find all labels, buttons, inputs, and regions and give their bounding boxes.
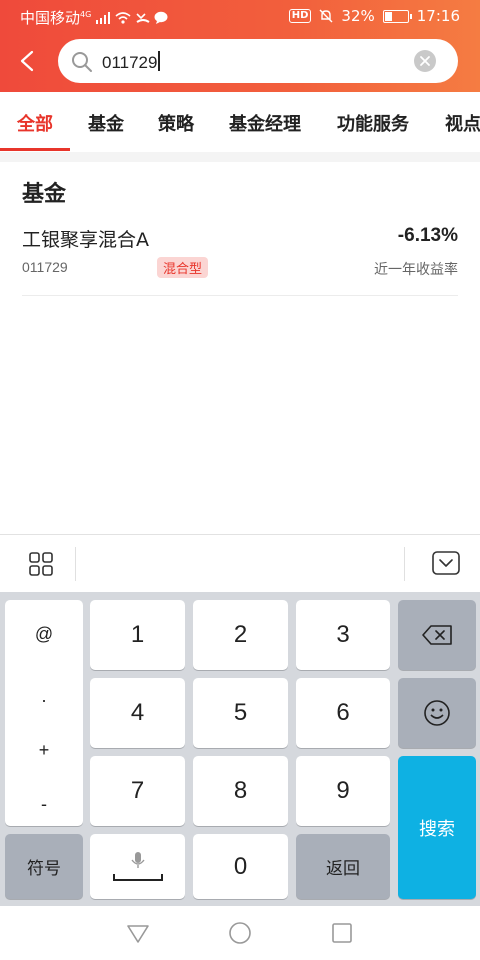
- signal-icon: [96, 12, 111, 24]
- text-caret: [158, 51, 160, 71]
- key-3[interactable]: 3: [296, 600, 390, 670]
- clock: 17:16: [416, 7, 460, 25]
- results-section-title: 基金: [22, 182, 67, 207]
- missed-call-icon: [136, 13, 150, 23]
- recents-square-icon[interactable]: [329, 920, 355, 946]
- battery-percent: 32%: [341, 7, 375, 25]
- search-input[interactable]: 011729: [102, 51, 160, 73]
- key-7[interactable]: 7: [90, 756, 185, 826]
- chevron-left-icon: [20, 50, 34, 72]
- toolbar-divider: [404, 547, 405, 581]
- emoji-key[interactable]: [398, 678, 476, 748]
- status-right: HD 32% 17:16: [288, 7, 460, 25]
- section-divider: [0, 152, 480, 162]
- fund-type-badge: 混合型: [157, 257, 209, 278]
- fund-result-item[interactable]: 工银聚享混合A 011729 混合型 -6.13% 近一年收益率: [22, 222, 458, 296]
- tab-strategies[interactable]: 策略: [158, 110, 194, 136]
- mute-bell-icon: [319, 9, 333, 23]
- tab-all[interactable]: 全部: [17, 110, 53, 136]
- numeric-keyboard: @ . + - 1 2 3 4 5 6 7 8 9 搜索 符号 0 返回: [0, 592, 480, 906]
- status-carrier: 中国移动4G: [20, 7, 168, 28]
- close-icon: [420, 56, 430, 66]
- search-icon: [72, 52, 92, 72]
- symbols-key[interactable]: 符号: [5, 834, 83, 899]
- key-plus[interactable]: +: [5, 740, 83, 761]
- back-button[interactable]: [12, 44, 42, 78]
- home-circle-icon[interactable]: [227, 920, 253, 946]
- return-key[interactable]: 返回: [296, 834, 390, 899]
- fund-code: 011729: [22, 259, 68, 275]
- active-tab-indicator: [0, 148, 70, 151]
- status-bar: 中国移动4G HD 32% 17:16: [0, 0, 480, 32]
- microphone-space-icon: [112, 851, 163, 881]
- fund-return-label: 近一年收益率: [374, 262, 458, 278]
- battery-icon: [382, 9, 412, 23]
- back-triangle-icon[interactable]: [125, 920, 151, 946]
- tab-fund-managers[interactable]: 基金经理: [229, 110, 301, 136]
- grid-menu-icon[interactable]: [29, 552, 53, 576]
- key-1[interactable]: 1: [90, 600, 185, 670]
- key-2[interactable]: 2: [193, 600, 288, 670]
- search-key[interactable]: 搜索: [398, 756, 476, 899]
- system-nav-bar: [0, 906, 480, 960]
- space-key[interactable]: [90, 834, 185, 899]
- message-icon: [154, 11, 168, 24]
- key-at[interactable]: @: [5, 624, 83, 645]
- hd-badge: HD: [288, 9, 312, 23]
- wifi-icon: [115, 12, 131, 24]
- key-8[interactable]: 8: [193, 756, 288, 826]
- key-5[interactable]: 5: [193, 678, 288, 748]
- key-minus[interactable]: -: [5, 794, 83, 815]
- key-6[interactable]: 6: [296, 678, 390, 748]
- network-type: 4G: [80, 10, 92, 19]
- key-9[interactable]: 9: [296, 756, 390, 826]
- tab-services[interactable]: 功能服务: [337, 110, 409, 136]
- keyboard-toolbar: [0, 534, 480, 592]
- delete-key[interactable]: [398, 600, 476, 670]
- toolbar-divider: [75, 547, 76, 581]
- app-header: 中国移动4G HD 32% 17:16 011729: [0, 0, 480, 92]
- category-tabs: 全部 基金 策略 基金经理 功能服务 视点: [0, 92, 480, 152]
- clear-search-button[interactable]: [414, 50, 436, 72]
- tab-viewpoints[interactable]: 视点: [445, 110, 480, 136]
- key-0[interactable]: 0: [193, 834, 288, 899]
- tab-funds[interactable]: 基金: [88, 110, 124, 136]
- search-field[interactable]: 011729: [58, 39, 458, 83]
- smiley-icon: [424, 700, 450, 726]
- search-input-value: 011729: [102, 53, 158, 72]
- key-dot[interactable]: .: [5, 686, 83, 707]
- backspace-icon: [422, 625, 452, 645]
- carrier-name: 中国移动: [20, 9, 81, 27]
- battery-level: [384, 11, 392, 21]
- symbol-column: @ . + -: [5, 600, 83, 826]
- fund-name: 工银聚享混合A: [22, 229, 149, 251]
- fund-return-value: -6.13%: [397, 225, 458, 246]
- key-4[interactable]: 4: [90, 678, 185, 748]
- hide-keyboard-icon[interactable]: [432, 551, 460, 575]
